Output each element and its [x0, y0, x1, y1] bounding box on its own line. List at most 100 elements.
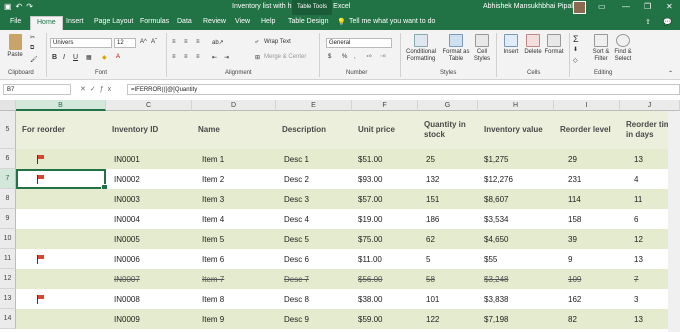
- tab-data[interactable]: Data: [177, 18, 192, 25]
- table-cell[interactable]: Item 5: [192, 229, 276, 249]
- table-cell[interactable]: Desc 9: [276, 309, 352, 329]
- table-cell[interactable]: $57.00: [352, 189, 418, 209]
- reorder-flag-cell[interactable]: [16, 229, 106, 249]
- tab-formulas[interactable]: Formulas: [140, 18, 169, 25]
- table-cell[interactable]: 29: [554, 149, 620, 169]
- row-header[interactable]: 13: [0, 289, 16, 309]
- borders-icon[interactable]: ▦: [86, 54, 92, 61]
- decrease-decimal-icon[interactable]: ⁻⁰: [380, 54, 386, 61]
- column-header-g[interactable]: G: [418, 100, 478, 111]
- table-cell[interactable]: Item 6: [192, 249, 276, 269]
- copy-icon[interactable]: ⧉: [30, 45, 34, 52]
- underline-button[interactable]: U: [73, 54, 78, 61]
- row-header[interactable]: 5: [0, 111, 16, 149]
- format-as-table-button[interactable]: Format as Table: [441, 34, 471, 63]
- column-header-j[interactable]: J: [620, 100, 680, 111]
- tab-file[interactable]: File: [10, 18, 21, 25]
- table-cell[interactable]: $7,198: [478, 309, 554, 329]
- table-cell[interactable]: 158: [554, 209, 620, 229]
- table-cell[interactable]: IN0006: [106, 249, 192, 269]
- indent-increase-icon[interactable]: ⇥: [224, 54, 229, 61]
- row-header[interactable]: 12: [0, 269, 16, 289]
- table-cell[interactable]: $56.00: [352, 269, 418, 289]
- delete-button[interactable]: Delete: [522, 34, 544, 56]
- table-cell[interactable]: $3,534: [478, 209, 554, 229]
- column-heading[interactable]: Inventory value: [478, 111, 554, 149]
- column-header-h[interactable]: H: [478, 100, 554, 111]
- number-format-select[interactable]: General: [326, 38, 392, 48]
- conditional-formatting-button[interactable]: Conditional Formatting: [403, 34, 439, 63]
- tab-home[interactable]: Home: [30, 16, 63, 30]
- table-cell[interactable]: IN0001: [106, 149, 192, 169]
- table-cell[interactable]: $59.00: [352, 309, 418, 329]
- row-header[interactable]: 11: [0, 249, 16, 269]
- reorder-flag-cell[interactable]: [16, 289, 106, 309]
- reorder-flag-cell[interactable]: [16, 249, 106, 269]
- align-left-icon[interactable]: ≡: [172, 54, 176, 60]
- table-cell[interactable]: 122: [418, 309, 478, 329]
- column-header-b[interactable]: B: [16, 100, 106, 111]
- comments-icon[interactable]: 💬: [663, 18, 672, 26]
- table-cell[interactable]: $3,248: [478, 269, 554, 289]
- italic-button[interactable]: I: [63, 54, 65, 61]
- row-header[interactable]: 8: [0, 189, 16, 209]
- row-header[interactable]: 6: [0, 149, 16, 169]
- reorder-flag-cell[interactable]: [16, 189, 106, 209]
- column-header-e[interactable]: E: [276, 100, 352, 111]
- bold-button[interactable]: B: [52, 54, 57, 61]
- wrap-text-icon[interactable]: ⤶: [255, 39, 258, 46]
- table-cell[interactable]: Desc 2: [276, 169, 352, 189]
- table-cell[interactable]: 114: [554, 189, 620, 209]
- table-cell[interactable]: Item 1: [192, 149, 276, 169]
- wrap-text-button[interactable]: Wrap Text: [264, 39, 291, 45]
- share-icon[interactable]: ⇪: [645, 18, 651, 26]
- table-cell[interactable]: 132: [418, 169, 478, 189]
- table-cell[interactable]: Item 2: [192, 169, 276, 189]
- column-heading[interactable]: Quantity in stock: [418, 111, 478, 149]
- table-cell[interactable]: $75.00: [352, 229, 418, 249]
- table-cell[interactable]: Desc 8: [276, 289, 352, 309]
- table-cell[interactable]: $51.00: [352, 149, 418, 169]
- table-cell[interactable]: 39: [554, 229, 620, 249]
- font-color-icon[interactable]: A: [116, 54, 120, 60]
- active-cell-selection[interactable]: [16, 169, 108, 191]
- tell-me-search[interactable]: Tell me what you want to do: [349, 18, 435, 25]
- font-name-select[interactable]: Univers: [50, 38, 112, 48]
- table-cell[interactable]: IN0004: [106, 209, 192, 229]
- restore-icon[interactable]: ❐: [644, 2, 651, 11]
- row-header[interactable]: 9: [0, 209, 16, 229]
- row-header[interactable]: 7: [0, 169, 16, 189]
- column-heading[interactable]: Unit price: [352, 111, 418, 149]
- column-header-d[interactable]: D: [192, 100, 276, 111]
- merge-icon[interactable]: ⊞: [255, 54, 260, 61]
- font-grow-icon[interactable]: A^: [140, 39, 147, 45]
- table-cell[interactable]: $1,275: [478, 149, 554, 169]
- column-heading[interactable]: For reorder: [16, 111, 106, 149]
- table-cell[interactable]: Item 4: [192, 209, 276, 229]
- font-size-select[interactable]: 12: [114, 38, 136, 48]
- table-cell[interactable]: IN0005: [106, 229, 192, 249]
- tab-insert[interactable]: Insert: [66, 18, 84, 25]
- fill-color-icon[interactable]: ◆: [102, 54, 107, 61]
- table-cell[interactable]: 5: [418, 249, 478, 269]
- comma-icon[interactable]: ,: [354, 54, 356, 60]
- orientation-icon[interactable]: ab↗: [212, 39, 224, 46]
- table-cell[interactable]: 62: [418, 229, 478, 249]
- paste-button[interactable]: Paste: [5, 34, 25, 59]
- tab-page-layout[interactable]: Page Layout: [94, 18, 133, 25]
- reorder-flag-cell[interactable]: [16, 149, 106, 169]
- table-cell[interactable]: $8,607: [478, 189, 554, 209]
- column-heading[interactable]: Description: [276, 111, 352, 149]
- table-cell[interactable]: 9: [554, 249, 620, 269]
- reorder-flag-cell[interactable]: [16, 309, 106, 329]
- table-cell[interactable]: Desc 6: [276, 249, 352, 269]
- percent-button[interactable]: %: [342, 54, 347, 60]
- tab-view[interactable]: View: [235, 18, 250, 25]
- table-cell[interactable]: IN0002: [106, 169, 192, 189]
- column-heading[interactable]: Name: [192, 111, 276, 149]
- align-center-icon[interactable]: ≡: [184, 54, 188, 60]
- table-cell[interactable]: 109: [554, 269, 620, 289]
- align-middle-icon[interactable]: ≡: [184, 39, 188, 45]
- table-cell[interactable]: Item 8: [192, 289, 276, 309]
- cell-styles-button[interactable]: Cell Styles: [472, 34, 492, 63]
